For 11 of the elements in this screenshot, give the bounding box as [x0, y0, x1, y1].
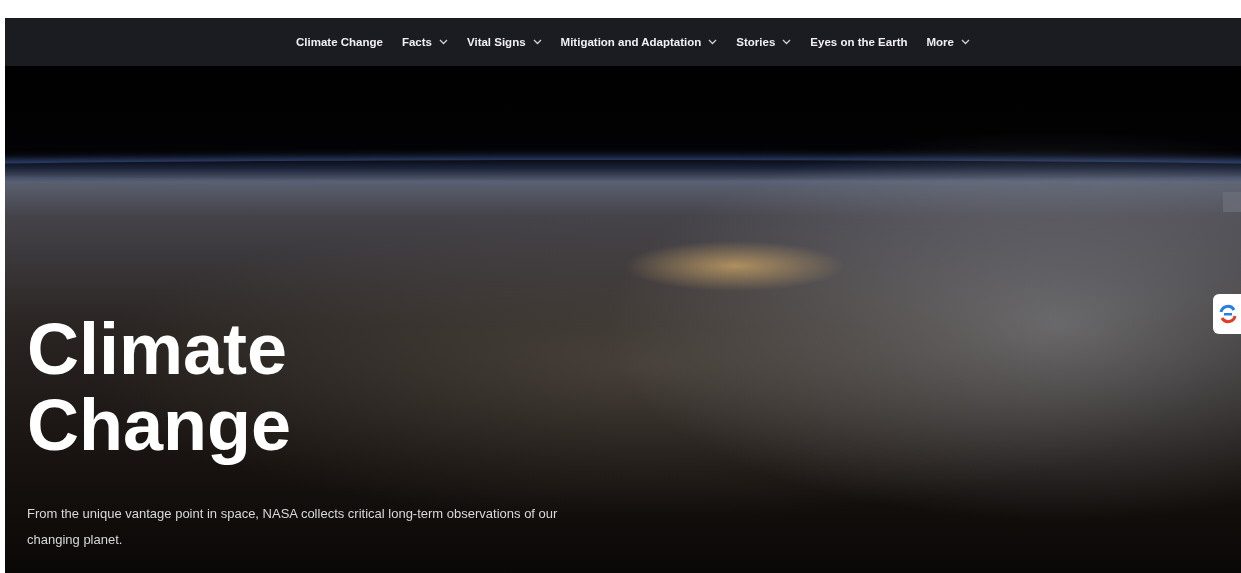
nav-link[interactable]: Stories [736, 36, 792, 48]
nav-link[interactable]: Eyes on the Earth [810, 36, 908, 48]
nav-link[interactable]: Facts [401, 36, 448, 48]
page-title: Climate Change [27, 311, 293, 463]
hero-description: From the unique vantage point in space, NASA collects critical long-term observations of our changing planet. [27, 505, 559, 549]
sync-widget-button[interactable] [1213, 294, 1241, 334]
nav-link[interactable]: Vital Signs [467, 36, 542, 48]
nav-link[interactable]: More [926, 36, 970, 48]
sync-icon [1217, 303, 1239, 325]
nav-link[interactable]: Mitigation and Adaptation [560, 36, 718, 48]
nav-link[interactable]: Climate Change [296, 36, 383, 48]
